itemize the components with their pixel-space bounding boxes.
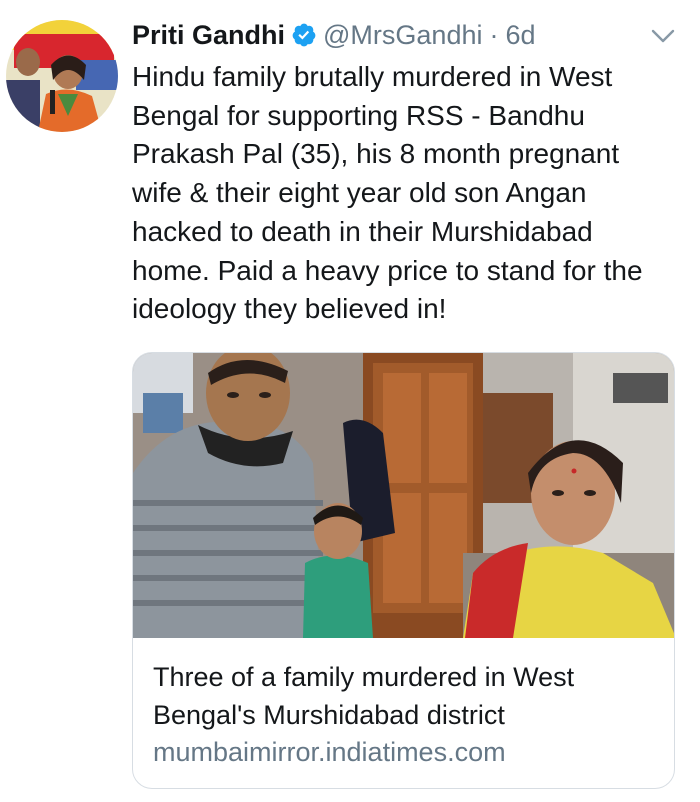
tweet-text-line: ideology they believed in! bbox=[132, 293, 447, 325]
card-title-line: Bengal's Murshidabad district bbox=[153, 700, 505, 730]
card-title-line: Three of a family murdered in West bbox=[153, 662, 575, 692]
card-domain[interactable]: mumbaimirror.indiatimes.com bbox=[153, 737, 506, 768]
tweet-text-line: Hindu family brutally murdered in West bbox=[132, 61, 613, 92]
chevron-down-icon[interactable] bbox=[650, 26, 676, 46]
tweet-text-line: Prakash Pal (35), his 8 month pregnant bbox=[132, 138, 620, 170]
tweet-text-line: hacked to death in their Murshidabad bbox=[132, 215, 593, 247]
avatar-photo bbox=[6, 20, 118, 132]
tweet-text: Hindu family brutally murdered in West B… bbox=[132, 58, 687, 329]
tweet-text-line: home. Paid a heavy price to stand for th… bbox=[132, 254, 643, 286]
author-handle[interactable]: @MrsGandhi bbox=[323, 20, 482, 51]
author-avatar[interactable] bbox=[6, 20, 118, 132]
verified-badge-icon bbox=[292, 23, 316, 47]
link-preview-card[interactable]: Three of a family murdered in West Benga… bbox=[132, 352, 675, 789]
tweet-timestamp[interactable]: 6d bbox=[505, 20, 535, 51]
tweet-text-line: wife & their eight year old son Angan bbox=[132, 177, 587, 209]
card-image[interactable] bbox=[133, 353, 675, 638]
tweet-header: Priti Gandhi @MrsGandhi · 6d bbox=[132, 17, 536, 53]
card-title[interactable]: Three of a family murdered in West Benga… bbox=[153, 658, 658, 734]
author-name[interactable]: Priti Gandhi bbox=[132, 20, 285, 51]
tweet-text-line: Bengal for supporting RSS - Bandhu bbox=[132, 99, 585, 131]
separator-dot: · bbox=[489, 19, 499, 50]
